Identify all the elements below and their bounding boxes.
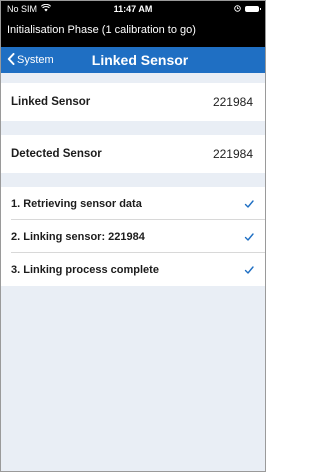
phase-banner: Initialisation Phase (1 calibration to g… <box>1 17 265 47</box>
checkmark-icon <box>243 264 255 276</box>
linked-sensor-value: 221984 <box>212 95 253 109</box>
nav-bar: System Linked Sensor <box>1 47 265 73</box>
linked-sensor-label: Linked Sensor <box>11 96 91 108</box>
page-title: Linked Sensor <box>91 52 189 68</box>
battery-icon <box>245 6 261 12</box>
step-label: 2. Linking sensor: 221984 <box>11 230 145 243</box>
section-gap <box>1 173 265 187</box>
step-row: 3. Linking process complete <box>1 253 265 286</box>
step-label: 3. Linking process complete <box>11 263 159 276</box>
step-row: 1. Retrieving sensor data <box>1 187 265 220</box>
status-right <box>234 1 261 17</box>
status-bar: No SIM 11:47 AM <box>1 1 265 17</box>
step-row: 2. Linking sensor: 221984 <box>1 220 265 253</box>
detected-sensor-value: 221984 <box>212 147 253 161</box>
alarm-icon <box>234 1 241 17</box>
linked-sensor-row: Linked Sensor 221984 <box>1 83 265 121</box>
detected-sensor-label: Detected Sensor <box>11 148 102 160</box>
section-gap <box>1 121 265 135</box>
status-time: 11:47 AM <box>113 4 153 14</box>
checkmark-icon <box>243 198 255 210</box>
device-screen: No SIM 11:47 AM Initialisation Phase (1 … <box>0 0 266 472</box>
checkmark-icon <box>243 231 255 243</box>
step-label: 1. Retrieving sensor data <box>11 197 142 210</box>
section-gap <box>1 73 265 83</box>
detected-sensor-row: Detected Sensor 221984 <box>1 135 265 173</box>
